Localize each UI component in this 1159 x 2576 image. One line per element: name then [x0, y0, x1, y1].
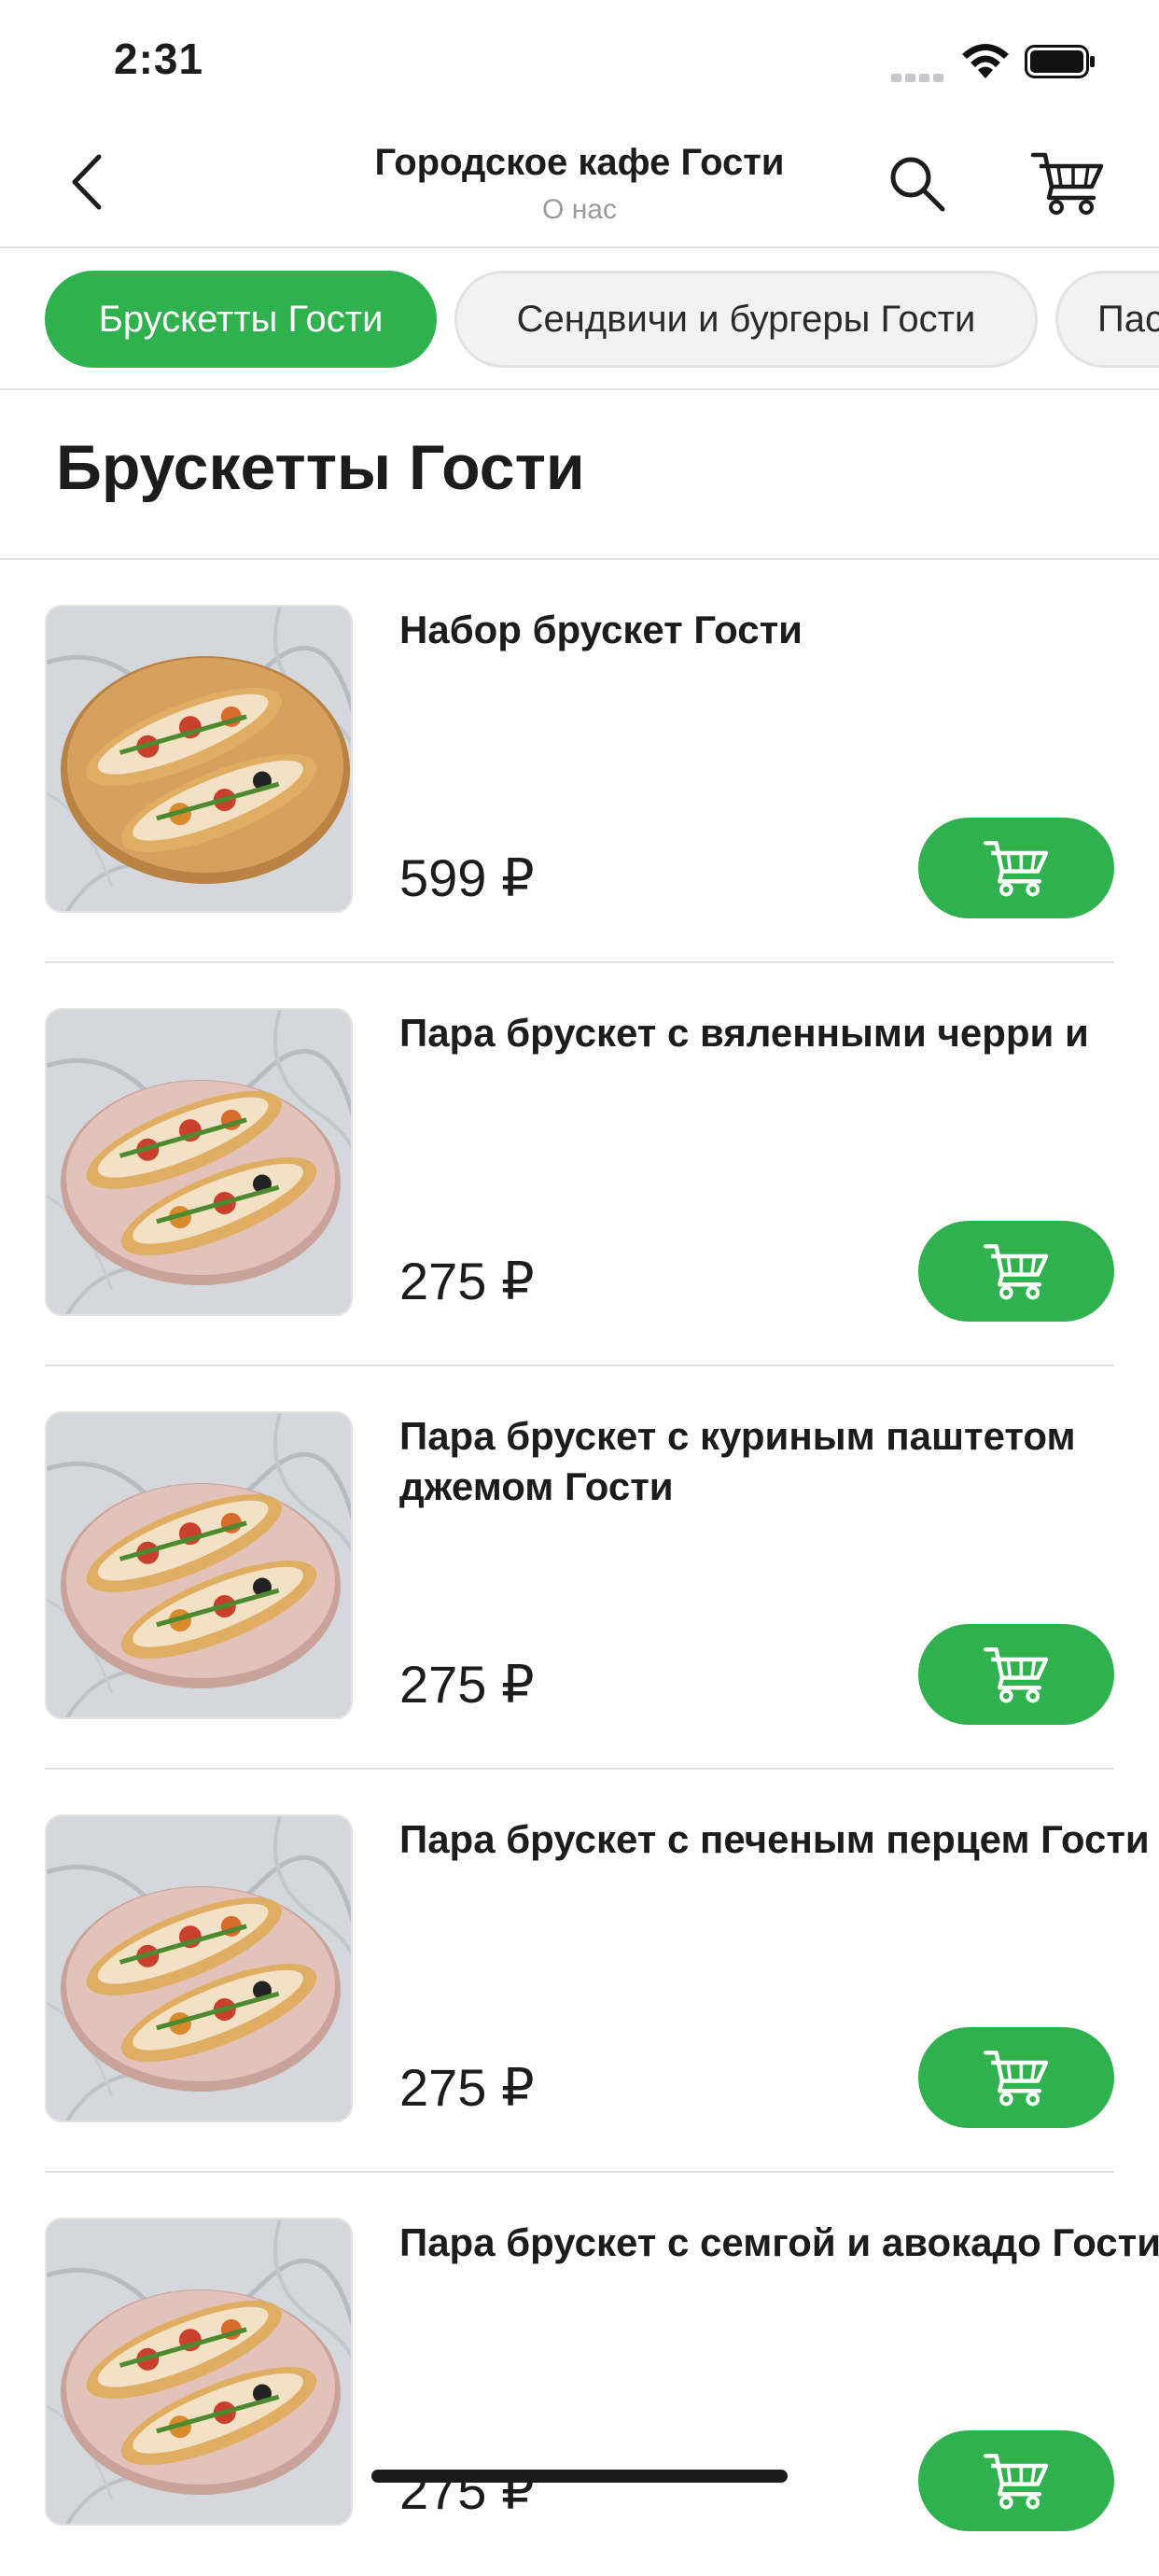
- product-name[interactable]: Пара брускет с печеным перцем Гости: [399, 1814, 1159, 1865]
- cellular-signal-icon: [891, 70, 947, 82]
- product-card[interactable]: Пара брускет с печеным перцем Гости 275 ₽: [0, 1770, 1159, 2173]
- home-indicator[interactable]: [371, 2470, 788, 2483]
- product-card[interactable]: Пара брускет с вяленными черри и 275 ₽: [0, 963, 1159, 1366]
- cart-icon: [983, 1244, 1049, 1300]
- product-image[interactable]: [45, 605, 353, 913]
- add-to-cart-button[interactable]: [918, 1221, 1114, 1322]
- navigation-bar: Городское кафе Гости О нас: [0, 121, 1159, 248]
- product-name[interactable]: Набор брускет Гости: [399, 605, 1159, 655]
- search-icon[interactable]: [885, 151, 950, 217]
- add-to-cart-button[interactable]: [918, 2430, 1114, 2531]
- cart-icon[interactable]: [1030, 149, 1105, 217]
- add-to-cart-button[interactable]: [918, 2027, 1114, 2128]
- product-name-line: Пара брускет с куриным паштетом: [399, 1414, 1076, 1458]
- product-name[interactable]: Пара брускет с куриным паштетом джемом Го…: [399, 1411, 1159, 1512]
- product-image[interactable]: [45, 1814, 353, 2122]
- tab-pasta[interactable]: Паста Гости: [1055, 271, 1159, 368]
- product-price: 275 ₽: [399, 1655, 535, 1714]
- product-price: 275 ₽: [399, 1252, 535, 1310]
- product-card[interactable]: Набор брускет Гости 599 ₽: [0, 560, 1159, 963]
- cart-icon: [983, 1647, 1049, 1703]
- cart-icon: [983, 2454, 1049, 2510]
- tab-sandwiches-burgers[interactable]: Сендвичи и бургеры Гости: [454, 271, 1038, 368]
- product-price: 275 ₽: [399, 2058, 535, 2117]
- product-name-line: Пара брускет с вяленными черри и: [399, 1011, 1089, 1055]
- category-tabs: Брускетты Гости Сендвичи и бургеры Гости…: [0, 248, 1159, 390]
- product-image[interactable]: [45, 2218, 353, 2526]
- about-link[interactable]: О нас: [280, 194, 879, 226]
- wifi-icon: [962, 44, 1009, 78]
- product-name[interactable]: Пара брускет с вяленными черри и: [399, 1008, 1159, 1058]
- battery-icon: [1025, 45, 1095, 78]
- product-name-line: Пара брускет с семгой и авокадо Гости: [399, 2220, 1159, 2264]
- status-bar: 2:31: [0, 0, 1159, 121]
- product-name-line: Пара брускет с печеным перцем Гости: [399, 1817, 1150, 1861]
- product-name[interactable]: Пара брускет с семгой и авокадо Гости: [399, 2218, 1159, 2268]
- product-card[interactable]: Пара брускет с семгой и авокадо Гости 275…: [0, 2173, 1159, 2576]
- back-chevron-icon[interactable]: [56, 149, 121, 215]
- cart-icon: [983, 841, 1049, 897]
- section-title: Брускетты Гости: [56, 432, 585, 503]
- page-title[interactable]: Городское кафе Гости: [280, 142, 879, 184]
- product-card[interactable]: Пара брускет с куриным паштетом джемом Го…: [0, 1366, 1159, 1770]
- product-name-line: джемом Гости: [399, 1464, 674, 1508]
- add-to-cart-button[interactable]: [918, 1624, 1114, 1725]
- product-image[interactable]: [45, 1411, 353, 1719]
- cart-icon: [983, 2051, 1049, 2107]
- product-price: 599 ₽: [399, 848, 535, 907]
- product-name-line: Набор брускет Гости: [399, 608, 803, 651]
- status-time: 2:31: [114, 35, 204, 83]
- product-image[interactable]: [45, 1008, 353, 1316]
- add-to-cart-button[interactable]: [918, 818, 1114, 918]
- tab-bruschetta[interactable]: Брускетты Гости: [45, 271, 437, 368]
